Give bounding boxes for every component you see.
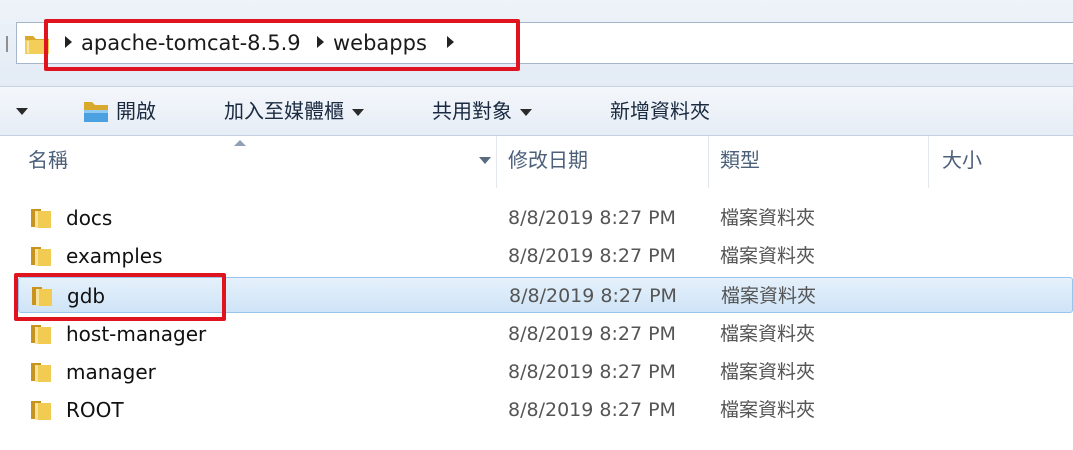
folder-icon — [31, 209, 51, 228]
address-highlight-box — [44, 19, 520, 71]
column-headers: 名稱 修改日期 類型 大小 — [0, 136, 1073, 188]
file-type: 檔案資料夾 — [720, 245, 816, 267]
file-modified: 8/8/2019 8:27 PM — [508, 399, 676, 421]
list-item[interactable]: examples 8/8/2019 8:27 PM 檔案資料夾 — [18, 238, 1073, 274]
sort-ascending-icon — [234, 140, 246, 146]
command-bar: 開啟 加入至媒體櫃 共用對象 新增資料夾 — [0, 86, 1073, 136]
column-header-name[interactable]: 名稱 — [28, 146, 68, 174]
share-with-button[interactable]: 共用對象 — [432, 97, 532, 125]
file-type: 檔案資料夾 — [720, 323, 816, 345]
list-item[interactable]: host-manager 8/8/2019 8:27 PM 檔案資料夾 — [18, 316, 1073, 352]
chevron-down-icon — [520, 109, 532, 116]
chevron-down-icon[interactable] — [479, 157, 491, 164]
open-folder-icon — [84, 102, 108, 122]
file-type: 檔案資料夾 — [720, 207, 816, 229]
column-header-type[interactable]: 類型 — [720, 146, 760, 174]
new-folder-button[interactable]: 新增資料夾 — [610, 97, 710, 125]
file-type: 檔案資料夾 — [721, 285, 817, 307]
file-type: 檔案資料夾 — [720, 361, 816, 383]
organize-dropdown-icon[interactable] — [16, 108, 28, 115]
column-divider[interactable] — [928, 136, 929, 188]
list-item[interactable]: ROOT 8/8/2019 8:27 PM 檔案資料夾 — [18, 392, 1073, 428]
column-header-modified[interactable]: 修改日期 — [508, 146, 588, 174]
folder-icon — [31, 325, 51, 344]
file-modified: 8/8/2019 8:27 PM — [508, 323, 676, 345]
file-name: host-manager — [66, 322, 207, 346]
folder-icon — [31, 363, 51, 382]
file-type: 檔案資料夾 — [720, 399, 816, 421]
file-name: ROOT — [66, 398, 124, 422]
file-modified: 8/8/2019 8:27 PM — [508, 207, 676, 229]
column-divider[interactable] — [708, 136, 709, 188]
row-highlight-box — [14, 273, 226, 321]
list-item[interactable]: manager 8/8/2019 8:27 PM 檔案資料夾 — [18, 354, 1073, 390]
list-item[interactable]: docs 8/8/2019 8:27 PM 檔案資料夾 — [18, 200, 1073, 236]
add-to-library-label: 加入至媒體櫃 — [224, 99, 344, 123]
file-modified: 8/8/2019 8:27 PM — [509, 285, 677, 307]
file-name: docs — [66, 206, 113, 230]
open-button[interactable]: 開啟 — [116, 97, 156, 125]
add-to-library-button[interactable]: 加入至媒體櫃 — [224, 97, 364, 125]
share-with-label: 共用對象 — [432, 99, 512, 123]
file-modified: 8/8/2019 8:27 PM — [508, 245, 676, 267]
nav-edge — [0, 36, 8, 52]
column-divider[interactable] — [496, 136, 497, 188]
folder-icon — [31, 401, 51, 420]
explorer-window: apache-tomcat-8.5.9 webapps 開啟 加入至媒體櫃 共用… — [0, 0, 1073, 450]
file-modified: 8/8/2019 8:27 PM — [508, 361, 676, 383]
column-header-size[interactable]: 大小 — [942, 146, 982, 174]
file-name: examples — [66, 244, 163, 268]
file-name: manager — [66, 360, 156, 384]
folder-icon — [31, 247, 51, 266]
chevron-down-icon — [352, 109, 364, 116]
